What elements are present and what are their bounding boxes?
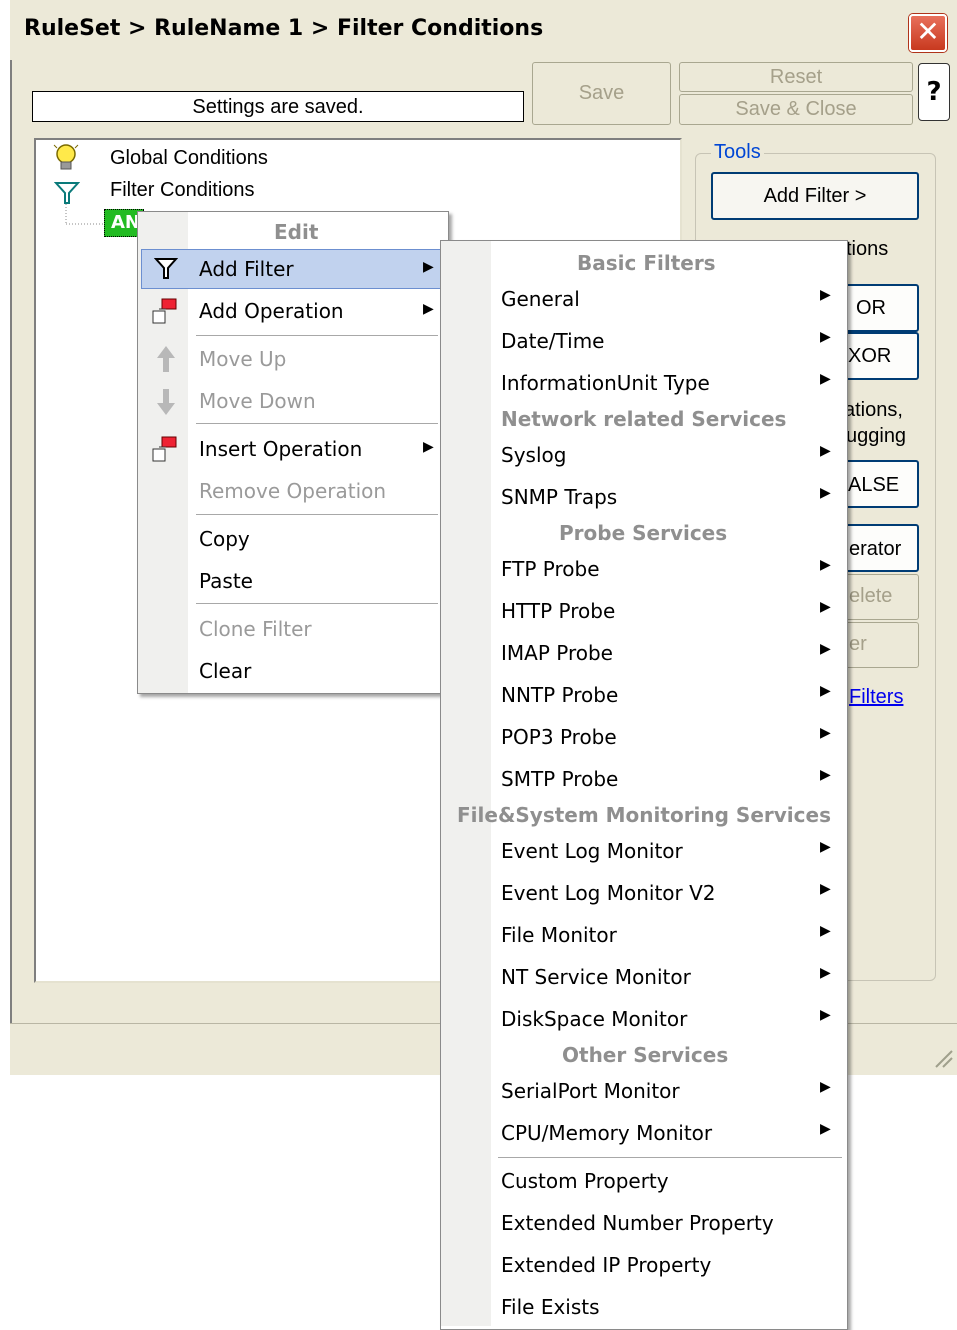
other-services-header: Other Services bbox=[562, 1043, 729, 1067]
reset-button[interactable]: Reset bbox=[679, 62, 913, 92]
filter-button-label: er bbox=[849, 633, 867, 655]
submenu-arrow-icon: ▶ bbox=[820, 1121, 831, 1137]
submenu-item-nt-service-monitor[interactable]: NT Service Monitor bbox=[501, 965, 691, 989]
operation-icon bbox=[152, 298, 177, 324]
edit-menu-header: Edit bbox=[274, 220, 319, 244]
operations-note-line2: ugging bbox=[846, 425, 907, 447]
xor-button-label: XOR bbox=[848, 345, 892, 367]
false-button-label: ALSE bbox=[848, 474, 900, 496]
tree-node-global-conditions[interactable]: Global Conditions bbox=[110, 147, 268, 170]
close-icon: ✕ bbox=[916, 15, 940, 48]
submenu-arrow-icon: ▶ bbox=[820, 683, 831, 699]
menu-item-move-up[interactable]: Move Up bbox=[199, 347, 286, 371]
help-button[interactable]: ? bbox=[918, 63, 950, 121]
menu-separator bbox=[498, 1157, 842, 1158]
lightbulb-icon bbox=[53, 144, 79, 170]
submenu-item-imap-probe[interactable]: IMAP Probe bbox=[501, 641, 613, 665]
menu-item-add-filter-label: Add Filter bbox=[199, 257, 294, 281]
submenu-item-extended-ip-property[interactable]: Extended IP Property bbox=[501, 1253, 711, 1277]
submenu-item-serialport-monitor[interactable]: SerialPort Monitor bbox=[501, 1079, 680, 1103]
menu-separator bbox=[196, 335, 438, 336]
close-button[interactable]: ✕ bbox=[909, 14, 947, 52]
submenu-item-syslog[interactable]: Syslog bbox=[501, 443, 566, 467]
menu-item-remove-operation[interactable]: Remove Operation bbox=[199, 479, 386, 503]
submenu-item-file-exists[interactable]: File Exists bbox=[501, 1295, 600, 1319]
submenu-arrow-icon: ▶ bbox=[423, 259, 434, 275]
submenu-arrow-icon: ▶ bbox=[820, 923, 831, 939]
add-operations-label: tions bbox=[846, 238, 889, 260]
menu-item-insert-operation[interactable]: Insert Operation bbox=[199, 437, 362, 461]
arrow-down-icon bbox=[157, 389, 175, 415]
add-filter-button[interactable]: Add Filter > bbox=[711, 172, 919, 220]
submenu-arrow-icon: ▶ bbox=[820, 599, 831, 615]
delete-button-label: elete bbox=[849, 585, 893, 607]
menu-item-paste[interactable]: Paste bbox=[199, 569, 253, 593]
menu-item-clone-filter[interactable]: Clone Filter bbox=[199, 617, 312, 641]
status-message: Settings are saved. bbox=[32, 91, 524, 122]
submenu-arrow-icon: ▶ bbox=[820, 329, 831, 345]
submenu-arrow-icon: ▶ bbox=[820, 965, 831, 981]
submenu-arrow-icon: ▶ bbox=[820, 641, 831, 657]
network-services-header: Network related Services bbox=[501, 407, 787, 431]
tree-node-filter-conditions[interactable]: Filter Conditions bbox=[110, 179, 255, 202]
menu-item-add-operation-label: Add Operation bbox=[199, 299, 344, 323]
submenu-item-extended-number-property[interactable]: Extended Number Property bbox=[501, 1211, 774, 1235]
submenu-arrow-icon: ▶ bbox=[820, 557, 831, 573]
submenu-item-smtp-probe[interactable]: SMTP Probe bbox=[501, 767, 618, 791]
submenu-item-custom-property[interactable]: Custom Property bbox=[501, 1169, 669, 1193]
filter-icon bbox=[54, 182, 80, 204]
window-left-border bbox=[10, 60, 12, 1025]
window-title: RuleSet > RuleName 1 > Filter Conditions bbox=[24, 16, 544, 41]
submenu-arrow-icon: ▶ bbox=[423, 301, 434, 317]
submenu-icon-gutter bbox=[441, 241, 491, 1326]
operation-icon bbox=[152, 436, 177, 462]
submenu-item-event-log-monitor-v2[interactable]: Event Log Monitor V2 bbox=[501, 881, 716, 905]
arrow-up-icon bbox=[157, 346, 175, 372]
probe-services-header: Probe Services bbox=[559, 521, 728, 545]
save-close-button[interactable]: Save & Close bbox=[679, 94, 913, 125]
submenu-item-general[interactable]: General bbox=[501, 287, 580, 311]
submenu-arrow-icon: ▶ bbox=[820, 725, 831, 741]
submenu-item-event-log-monitor[interactable]: Event Log Monitor bbox=[501, 839, 683, 863]
submenu-item-file-monitor[interactable]: File Monitor bbox=[501, 923, 617, 947]
submenu-item-http-probe[interactable]: HTTP Probe bbox=[501, 599, 615, 623]
submenu-item-nntp-probe[interactable]: NNTP Probe bbox=[501, 683, 618, 707]
menu-item-move-down[interactable]: Move Down bbox=[199, 389, 316, 413]
filter-icon bbox=[154, 258, 178, 279]
submenu-arrow-icon: ▶ bbox=[820, 287, 831, 303]
tools-legend: Tools bbox=[711, 141, 764, 164]
submenu-item-pop3-probe[interactable]: POP3 Probe bbox=[501, 725, 617, 749]
file-system-services-header: File&System Monitoring Services bbox=[457, 803, 831, 827]
basic-filters-header: Basic Filters bbox=[577, 251, 716, 275]
submenu-arrow-icon: ▶ bbox=[820, 767, 831, 783]
change-operator-label: erator bbox=[849, 538, 902, 560]
submenu-item-ftp-probe[interactable]: FTP Probe bbox=[501, 557, 600, 581]
filters-link[interactable]: Filters bbox=[849, 686, 903, 709]
menu-item-clear[interactable]: Clear bbox=[199, 659, 251, 683]
submenu-arrow-icon: ▶ bbox=[820, 881, 831, 897]
submenu-arrow-icon: ▶ bbox=[820, 485, 831, 501]
submenu-item-snmp-traps[interactable]: SNMP Traps bbox=[501, 485, 617, 509]
submenu-arrow-icon: ▶ bbox=[820, 371, 831, 387]
or-button-label: OR bbox=[856, 297, 886, 319]
submenu-item-informationunit-type[interactable]: InformationUnit Type bbox=[501, 371, 710, 395]
menu-item-copy[interactable]: Copy bbox=[199, 527, 250, 551]
submenu-arrow-icon: ▶ bbox=[820, 1079, 831, 1095]
submenu-item-diskspace-monitor[interactable]: DiskSpace Monitor bbox=[501, 1007, 687, 1031]
tree-connector bbox=[65, 204, 104, 225]
resize-grip-icon[interactable] bbox=[930, 1045, 954, 1069]
submenu-item-cpu-memory-monitor[interactable]: CPU/Memory Monitor bbox=[501, 1121, 712, 1145]
operations-note-line1: ations, bbox=[844, 399, 903, 421]
save-button[interactable]: Save bbox=[532, 62, 671, 125]
submenu-arrow-icon: ▶ bbox=[820, 839, 831, 855]
submenu-item-date-time[interactable]: Date/Time bbox=[501, 329, 605, 353]
submenu-arrow-icon: ▶ bbox=[820, 1007, 831, 1023]
menu-separator bbox=[196, 603, 438, 604]
submenu-arrow-icon: ▶ bbox=[423, 439, 434, 455]
submenu-arrow-icon: ▶ bbox=[820, 443, 831, 459]
menu-separator bbox=[196, 514, 438, 515]
menu-separator bbox=[196, 423, 438, 424]
